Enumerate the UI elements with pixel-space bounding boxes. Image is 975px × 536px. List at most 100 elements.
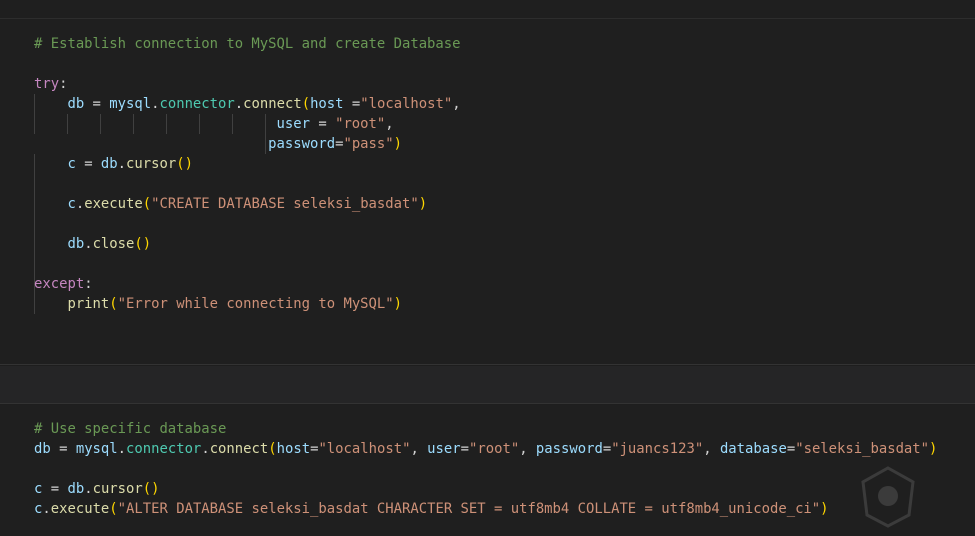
code-line[interactable]: # Establish connection to MySQL and crea… — [34, 34, 461, 54]
code-token: db — [34, 441, 51, 457]
code-token: = — [786, 441, 796, 457]
code-cell-use-database[interactable]: # Use specific database db = mysql.connec… — [0, 405, 975, 536]
code-token: host — [276, 441, 311, 457]
code-line[interactable] — [34, 214, 461, 234]
code-token: . — [42, 501, 51, 517]
code-token: , — [519, 441, 536, 457]
code-token: . — [201, 441, 210, 457]
code-editor-cell-2[interactable]: # Use specific database db = mysql.connec… — [34, 419, 937, 519]
code-token: , — [703, 441, 720, 457]
code-token: ) — [393, 296, 403, 312]
code-token: database — [719, 441, 787, 457]
code-token: , — [410, 441, 428, 457]
empty-cell-gap — [0, 366, 975, 404]
code-token: ( — [268, 441, 277, 457]
code-token: "localhost" — [318, 441, 411, 457]
code-token: () — [176, 156, 193, 172]
code-token: "localhost" — [360, 96, 453, 112]
code-token: "CREATE DATABASE seleksi_basdat" — [151, 196, 419, 212]
code-token: : — [59, 76, 68, 92]
code-token: ) — [820, 501, 829, 517]
code-token: cursor — [126, 156, 177, 172]
code-token: ( — [142, 196, 152, 212]
code-token: try — [34, 76, 60, 92]
code-token: () — [134, 236, 152, 252]
code-token: db — [67, 481, 85, 497]
code-token: = — [309, 116, 336, 132]
code-token: ( — [301, 96, 311, 112]
code-token: connector — [126, 441, 202, 457]
code-line[interactable]: c.execute("CREATE DATABASE seleksi_basda… — [34, 194, 461, 214]
code-token: close — [92, 236, 135, 252]
code-token: . — [84, 481, 93, 497]
code-token: . — [84, 236, 93, 252]
code-token: db — [100, 156, 118, 172]
code-token: password — [268, 136, 336, 152]
code-token: connect — [209, 441, 269, 457]
code-line[interactable]: c = db.cursor() — [34, 154, 461, 174]
code-token: : — [84, 276, 93, 292]
code-token: mysql — [75, 441, 118, 457]
code-line[interactable]: user = "root", — [34, 114, 461, 134]
code-token: user — [427, 441, 461, 457]
code-token: = — [602, 441, 612, 457]
code-token: "ALTER DATABASE seleksi_basdat CHARACTER… — [117, 501, 821, 517]
code-line[interactable]: c = db.cursor() — [34, 479, 937, 499]
code-line[interactable] — [34, 54, 461, 74]
watermark-logo-icon — [861, 466, 915, 528]
code-token: execute — [50, 501, 110, 517]
code-token: mysql — [109, 96, 152, 112]
code-token: c — [67, 196, 76, 212]
code-token: # Use specific database — [34, 421, 227, 437]
code-token: . — [75, 196, 85, 212]
code-token: print — [67, 296, 110, 312]
code-token: "root" — [469, 441, 520, 457]
code-cell-connect-create[interactable]: # Establish connection to MySQL and crea… — [0, 19, 975, 365]
code-token: db — [67, 96, 85, 112]
code-token: cursor — [92, 481, 143, 497]
code-token: = — [460, 441, 469, 457]
code-token: "juancs123" — [611, 441, 704, 457]
code-token: () — [142, 481, 160, 497]
code-token: "root" — [335, 116, 386, 132]
code-token: = — [50, 441, 76, 457]
code-line[interactable]: c.execute("ALTER DATABASE seleksi_basdat… — [34, 499, 937, 519]
code-line[interactable]: db = mysql.connector.connect(host ="loca… — [34, 94, 461, 114]
code-line[interactable]: password="pass") — [34, 134, 461, 154]
code-token: , — [452, 96, 461, 112]
code-token: ) — [418, 196, 428, 212]
code-token: ( — [109, 296, 118, 312]
code-line[interactable]: print("Error while connecting to MySQL") — [34, 294, 461, 314]
code-token: password — [535, 441, 603, 457]
code-line[interactable] — [34, 254, 461, 274]
code-token: "pass" — [343, 136, 394, 152]
code-line[interactable] — [34, 459, 937, 479]
code-editor-cell-1[interactable]: # Establish connection to MySQL and crea… — [34, 34, 461, 314]
code-line[interactable]: try: — [34, 74, 461, 94]
code-token: host — [310, 96, 344, 112]
code-token: execute — [84, 196, 143, 212]
code-line[interactable]: except: — [34, 274, 461, 294]
code-token: "Error while connecting to MySQL" — [117, 296, 394, 312]
code-line[interactable]: db = mysql.connector.connect(host="local… — [34, 439, 937, 459]
previous-cell-strip — [0, 0, 975, 19]
code-token: user — [276, 116, 310, 132]
code-token: = — [42, 481, 68, 497]
code-token: c — [67, 156, 76, 172]
code-token: connector — [159, 96, 235, 112]
code-token: ) — [393, 136, 403, 152]
code-line[interactable] — [34, 174, 461, 194]
code-token: = — [343, 96, 361, 112]
code-token: db — [67, 236, 85, 252]
code-token: connect — [243, 96, 302, 112]
code-token: "seleksi_basdat" — [795, 441, 930, 457]
code-line[interactable]: db.close() — [34, 234, 461, 254]
code-token: = — [84, 96, 110, 112]
code-line[interactable]: # Use specific database — [34, 419, 937, 439]
